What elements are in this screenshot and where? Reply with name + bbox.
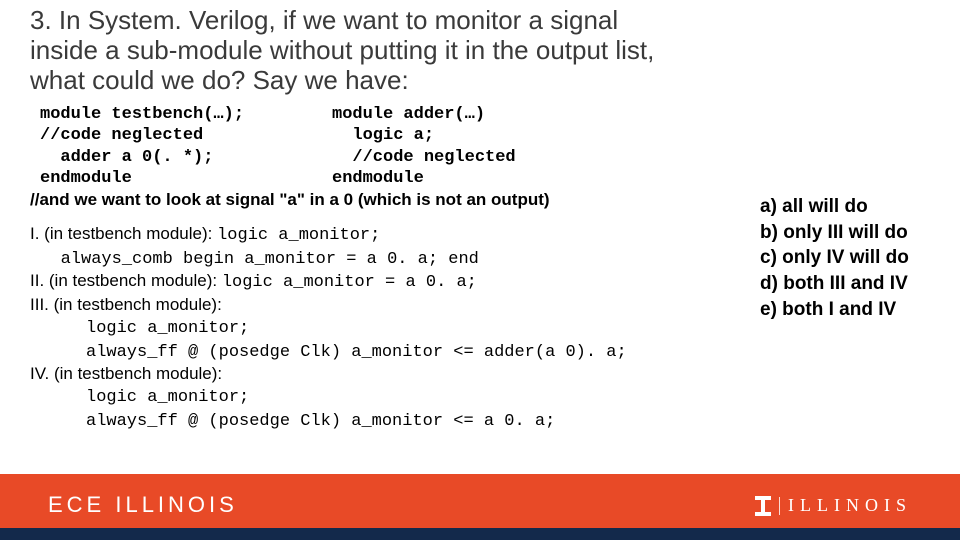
slide: 3. In System. Verilog, if we want to mon… <box>0 0 960 540</box>
option-ii-label: II. (in testbench module): <box>30 271 222 290</box>
footer-bar-dark <box>0 528 960 540</box>
question-text: 3. In System. Verilog, if we want to mon… <box>30 6 670 96</box>
option-ii: II. (in testbench module): logic a_monit… <box>30 271 690 294</box>
option-iv-code2: always_ff @ (posedge Clk) a_monitor <= a… <box>86 412 555 431</box>
option-i-code2 <box>30 250 61 269</box>
logo-divider <box>779 497 780 515</box>
option-iv-line2: always_ff @ (posedge Clk) a_monitor <= a… <box>30 410 690 433</box>
option-iv: IV. (in testbench module): <box>30 364 690 385</box>
option-i-label: I. (in testbench module): <box>30 224 217 243</box>
option-iv-line1: logic a_monitor; <box>30 386 690 409</box>
option-iii: III. (in testbench module): <box>30 295 690 316</box>
option-iii-code2: always_ff @ (posedge Clk) a_monitor <= a… <box>86 343 627 362</box>
option-iv-code1: logic a_monitor; <box>86 388 249 407</box>
answer-e: e) both I and IV <box>760 297 909 323</box>
option-i-line2: always_comb begin a_monitor = a 0. a; en… <box>30 248 690 271</box>
footer: ECE ILLINOIS ILLINOIS <box>0 474 960 540</box>
block-i-icon <box>755 496 771 516</box>
option-iv-label: IV. (in testbench module): <box>30 364 222 383</box>
option-iii-code1: logic a_monitor; <box>86 319 249 338</box>
option-i-code2-text: always_comb begin a_monitor = a 0. a; en… <box>61 250 479 269</box>
illinois-text: ILLINOIS <box>788 495 912 516</box>
answer-b: b) only III will do <box>760 220 909 246</box>
want-line: //and we want to look at signal "a" in a… <box>30 190 550 210</box>
answer-c: c) only IV will do <box>760 245 909 271</box>
option-i: I. (in testbench module): logic a_monito… <box>30 224 690 247</box>
answer-a: a) all will do <box>760 194 909 220</box>
answer-choices: a) all will do b) only III will do c) on… <box>760 194 909 322</box>
answer-d: d) both III and IV <box>760 271 909 297</box>
option-iii-line2: always_ff @ (posedge Clk) a_monitor <= a… <box>30 341 690 364</box>
ece-logo-text: ECE ILLINOIS <box>48 492 238 518</box>
option-ii-code: logic a_monitor = a 0. a; <box>222 273 477 292</box>
option-iii-label: III. (in testbench module): <box>30 295 222 314</box>
options-list: I. (in testbench module): logic a_monito… <box>30 224 690 434</box>
option-i-code1: logic a_monitor; <box>217 226 380 245</box>
illinois-logo: ILLINOIS <box>755 495 912 516</box>
code-right: module adder(…) logic a; //code neglecte… <box>332 104 516 189</box>
option-iii-line1: logic a_monitor; <box>30 317 690 340</box>
code-left: module testbench(…); //code neglected ad… <box>40 104 244 189</box>
